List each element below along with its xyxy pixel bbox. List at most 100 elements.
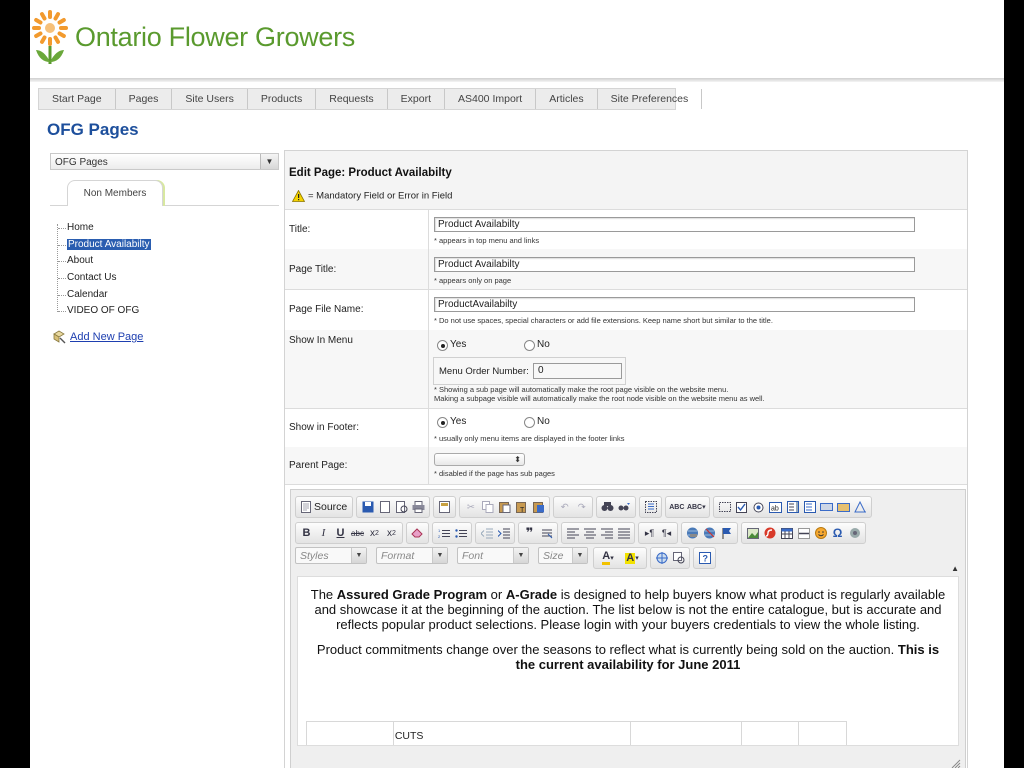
text-field-icon[interactable]: ab [768,500,783,515]
smiley-icon[interactable] [813,526,828,541]
ltr-icon[interactable]: ▸¶ [642,526,657,541]
spellcheck-icon[interactable]: ABC [669,500,684,515]
flash-icon[interactable] [762,526,777,541]
page-title-input[interactable]: Product Availabilty [434,257,915,272]
source-button[interactable]: Source [299,501,349,513]
table-cell[interactable]: CUTS [392,721,631,745]
outdent-icon[interactable] [479,526,494,541]
nav-products[interactable]: Products [248,89,317,109]
replace-icon[interactable] [617,500,632,515]
collapse-toolbar-icon[interactable]: ▲ [951,564,959,573]
checkbox-icon[interactable] [734,500,749,515]
new-page-icon[interactable] [377,500,392,515]
save-icon[interactable] [360,500,375,515]
background-color-icon[interactable]: A ▾ [621,551,643,566]
maximize-icon[interactable] [654,551,669,566]
menu-yes-label[interactable]: Yes [450,339,466,350]
flower-logo-icon[interactable] [30,6,72,66]
nav-site-users[interactable]: Site Users [172,89,248,109]
text-color-icon[interactable]: A ▾ [597,551,619,566]
paste-word-icon[interactable] [531,500,546,515]
nav-pages[interactable]: Pages [116,89,173,109]
chevron-down-icon[interactable]: ▼ [260,154,278,169]
indent-icon[interactable] [496,526,511,541]
eraser-icon[interactable] [410,526,425,541]
page-break-icon[interactable] [847,526,862,541]
add-new-page-link[interactable]: Add New Page [70,331,143,343]
tree-item-contact-us[interactable]: Contact Us [55,270,215,287]
button-field-icon[interactable] [819,500,834,515]
footer-no-radio[interactable] [524,417,535,428]
styles-combo[interactable]: Styles ▼ [295,547,367,564]
tree-item-product-availabilty[interactable]: Product Availabilty [55,237,215,254]
image-button-icon[interactable] [836,500,851,515]
nav-requests[interactable]: Requests [316,89,388,109]
preview-icon[interactable] [394,500,409,515]
section-select[interactable]: OFG Pages ▼ [50,153,279,170]
blockquote-icon[interactable]: ❞ [522,525,537,541]
nav-as400-import[interactable]: AS400 Import [445,89,537,109]
templates-icon[interactable] [437,500,452,515]
table-cell[interactable] [306,721,394,745]
table-cell[interactable] [629,721,743,745]
footer-no-label[interactable]: No [537,416,550,427]
size-combo[interactable]: Size ▼ [538,547,588,564]
tree-item-home[interactable]: Home [55,220,215,237]
menu-no-radio[interactable] [524,340,535,351]
menu-order-input[interactable]: 0 [533,363,622,379]
paste-text-icon[interactable]: T [514,500,529,515]
nav-articles[interactable]: Articles [536,89,598,109]
footer-yes-label[interactable]: Yes [450,416,466,427]
add-page-icon[interactable] [52,330,66,344]
special-char-icon[interactable]: Ω [830,526,845,541]
link-icon[interactable] [685,526,700,541]
site-name[interactable]: Ontario Flower Growers [75,22,355,53]
align-right-icon[interactable] [599,526,614,541]
select-all-icon[interactable] [643,500,658,515]
footer-yes-radio[interactable] [437,417,448,428]
anchor-flag-icon[interactable] [719,526,734,541]
paste-icon[interactable] [497,500,512,515]
superscript-icon[interactable]: x2 [384,526,399,541]
image-icon[interactable] [745,526,760,541]
redo-icon[interactable]: ↷ [574,500,589,515]
subscript-icon[interactable]: x2 [367,526,382,541]
select-field-icon[interactable] [802,500,817,515]
show-blocks-icon[interactable] [671,551,686,566]
table-icon[interactable] [779,526,794,541]
table-cell[interactable] [741,721,799,745]
numbered-list-icon[interactable]: 12 [436,526,451,541]
horizontal-rule-icon[interactable] [796,526,811,541]
print-icon[interactable] [411,500,426,515]
nav-start-page[interactable]: Start Page [39,89,116,109]
rtl-icon[interactable]: ¶◂ [659,526,674,541]
div-container-icon[interactable] [539,526,554,541]
file-name-input[interactable]: ProductAvailabilty [434,297,915,312]
resize-handle-icon[interactable] [951,759,961,768]
form-icon[interactable] [717,500,732,515]
spellcheck-as-you-type-icon[interactable]: ABC▾ [686,500,706,515]
italic-icon[interactable]: I [316,526,331,541]
font-combo[interactable]: Font ▼ [457,547,529,564]
bulleted-list-icon[interactable] [453,526,468,541]
align-justify-icon[interactable] [616,526,631,541]
menu-no-label[interactable]: No [537,339,550,350]
table-cell[interactable] [797,721,848,745]
tree-item-video-of-ofg[interactable]: VIDEO OF OFG [55,303,215,320]
editor-content[interactable]: The Assured Grade Program or A-Grade is … [297,576,959,746]
undo-icon[interactable]: ↶ [557,500,572,515]
textarea-icon[interactable] [785,500,800,515]
parent-page-select[interactable]: ⬍ [434,453,525,466]
nav-export[interactable]: Export [388,89,445,109]
copy-icon[interactable] [480,500,495,515]
find-icon[interactable] [600,500,615,515]
title-input[interactable]: Product Availabilty [434,217,915,232]
align-center-icon[interactable] [582,526,597,541]
format-combo[interactable]: Format ▼ [376,547,448,564]
hidden-field-icon[interactable] [853,500,868,515]
unlink-icon[interactable] [702,526,717,541]
help-icon[interactable]: ? [697,551,712,566]
bold-icon[interactable]: B [299,526,314,541]
tab-non-members[interactable]: Non Members [67,180,163,206]
align-left-icon[interactable] [565,526,580,541]
